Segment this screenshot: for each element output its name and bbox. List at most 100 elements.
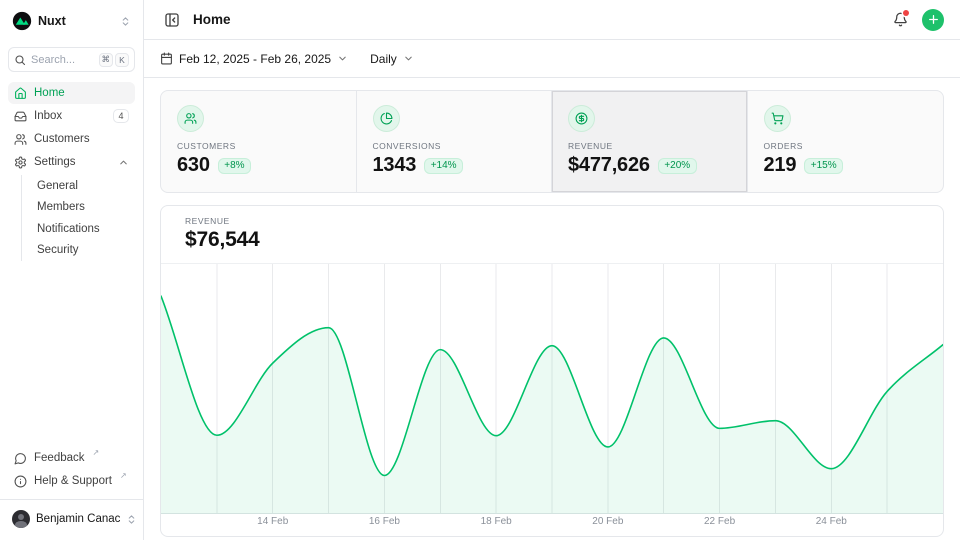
- info-icon: [14, 475, 27, 488]
- sidebar-spacer: [8, 261, 135, 447]
- sidebar-item-general[interactable]: General: [33, 175, 135, 197]
- stat-label: CUSTOMERS: [177, 141, 340, 151]
- notifications-button[interactable]: [888, 8, 912, 32]
- sidebar-subitem-label: Security: [37, 244, 79, 256]
- x-axis-tick: 22 Feb: [704, 516, 735, 527]
- revenue-chart-header: REVENUE $76,544: [161, 206, 943, 264]
- settings-subnav: General Members Notifications Security: [21, 175, 135, 261]
- page-title: Home: [193, 12, 231, 27]
- stat-value: $477,626: [568, 154, 650, 177]
- stat-label: ORDERS: [764, 141, 928, 151]
- feedback-label: Feedback: [34, 452, 85, 464]
- revenue-chart-label: REVENUE: [185, 216, 919, 226]
- app-window: Nuxt Search... ⌘ K Home: [0, 0, 960, 540]
- granularity-value: Daily: [370, 52, 397, 66]
- chevron-down-icon: [337, 53, 348, 64]
- stat-label: CONVERSIONS: [373, 141, 536, 151]
- inbox-icon: [14, 110, 27, 123]
- chart-x-axis: 14 Feb 16 Feb 18 Feb 20 Feb 22 Feb 24 Feb: [161, 512, 943, 536]
- revenue-chart-value: $76,544: [185, 228, 919, 252]
- area-chart-svg: [161, 264, 943, 514]
- chevrons-up-down-icon: [120, 16, 131, 27]
- users-icon: [177, 105, 204, 132]
- external-link-icon: ↗: [93, 447, 100, 460]
- user-menu[interactable]: Benjamin Canac: [8, 506, 135, 532]
- search-icon: [14, 54, 26, 66]
- sidebar-subitem-label: Notifications: [37, 223, 100, 235]
- add-button[interactable]: [922, 9, 944, 31]
- nuxt-logo-icon: [12, 11, 32, 31]
- sidebar: Nuxt Search... ⌘ K Home: [0, 0, 144, 540]
- sidebar-subitem-label: Members: [37, 201, 85, 213]
- chevron-up-icon: [118, 157, 129, 168]
- content: CUSTOMERS 630 +8% CONVERSIONS 1343 +14%: [144, 78, 960, 540]
- home-icon: [14, 87, 27, 100]
- x-axis-tick: 18 Feb: [481, 516, 512, 527]
- stat-value: 630: [177, 154, 210, 177]
- stat-delta-badge: +8%: [218, 158, 251, 174]
- search-input[interactable]: Search... ⌘ K: [8, 47, 135, 72]
- sidebar-item-customers[interactable]: Customers: [8, 128, 135, 150]
- date-range-picker[interactable]: Feb 12, 2025 - Feb 26, 2025: [160, 52, 348, 66]
- page-header: Home: [144, 0, 960, 40]
- collapse-sidebar-button[interactable]: [160, 8, 184, 32]
- cart-icon: [764, 105, 791, 132]
- sidebar-item-settings[interactable]: Settings: [8, 151, 135, 173]
- workspace-name: Nuxt: [38, 14, 66, 28]
- sidebar-nav: Home Inbox 4 Customers Settings: [8, 82, 135, 261]
- sidebar-item-members[interactable]: Members: [33, 197, 135, 219]
- search-placeholder: Search...: [31, 54, 75, 66]
- sidebar-footer: Feedback ↗ Help & Support ↗: [8, 447, 135, 492]
- panel-left-close-icon: [164, 12, 180, 28]
- sidebar-item-label: Settings: [34, 156, 76, 168]
- help-support-link[interactable]: Help & Support ↗: [8, 470, 135, 492]
- filters-toolbar: Feb 12, 2025 - Feb 26, 2025 Daily: [144, 40, 960, 78]
- x-axis-tick: 24 Feb: [816, 516, 847, 527]
- gear-icon: [14, 156, 27, 169]
- sidebar-item-label: Home: [34, 87, 65, 99]
- kbd-k: K: [115, 53, 129, 67]
- x-axis-tick: 20 Feb: [592, 516, 623, 527]
- users-icon: [14, 133, 27, 146]
- sidebar-subitem-label: General: [37, 180, 78, 192]
- notification-dot: [903, 10, 910, 17]
- stat-delta-badge: +15%: [804, 158, 843, 174]
- message-bubble-icon: [14, 452, 27, 465]
- feedback-link[interactable]: Feedback ↗: [8, 447, 135, 469]
- x-axis-tick: 14 Feb: [257, 516, 288, 527]
- stat-label: REVENUE: [568, 141, 731, 151]
- revenue-chart-card: REVENUE $76,544 14 Feb 16 Feb 18 Feb 20 Feb…: [160, 205, 944, 537]
- granularity-select[interactable]: Daily: [370, 52, 414, 66]
- chart-pie-icon: [373, 105, 400, 132]
- avatar: [12, 510, 30, 528]
- stats-row: CUSTOMERS 630 +8% CONVERSIONS 1343 +14%: [160, 90, 944, 193]
- workspace-selector[interactable]: Nuxt: [8, 8, 135, 34]
- sidebar-divider: [0, 499, 143, 500]
- external-link-icon: ↗: [120, 470, 127, 483]
- search-shortcut: ⌘ K: [99, 53, 130, 67]
- sidebar-item-label: Customers: [34, 133, 90, 145]
- sidebar-item-home[interactable]: Home: [8, 82, 135, 104]
- revenue-area-chart: [161, 264, 943, 512]
- calendar-icon: [160, 52, 173, 65]
- stat-card-conversions[interactable]: CONVERSIONS 1343 +14%: [357, 91, 553, 192]
- sidebar-item-notifications[interactable]: Notifications: [33, 218, 135, 240]
- sidebar-item-inbox[interactable]: Inbox 4: [8, 105, 135, 127]
- chevron-down-icon: [403, 53, 414, 64]
- stat-value: 219: [764, 154, 797, 177]
- stat-delta-badge: +14%: [424, 158, 463, 174]
- header-actions: [888, 8, 944, 32]
- main-area: Home Feb 12, 2: [144, 0, 960, 540]
- kbd-meta: ⌘: [99, 53, 114, 67]
- stat-card-revenue[interactable]: REVENUE $477,626 +20%: [552, 91, 748, 192]
- sidebar-item-security[interactable]: Security: [33, 240, 135, 262]
- circle-dollar-icon: [568, 105, 595, 132]
- user-name: Benjamin Canac: [36, 513, 120, 525]
- stat-delta-badge: +20%: [658, 158, 697, 174]
- stat-card-customers[interactable]: CUSTOMERS 630 +8%: [161, 91, 357, 192]
- x-axis-tick: 16 Feb: [369, 516, 400, 527]
- plus-icon: [927, 13, 940, 26]
- date-range-value: Feb 12, 2025 - Feb 26, 2025: [179, 52, 331, 66]
- stat-card-orders[interactable]: ORDERS 219 +15%: [748, 91, 944, 192]
- chevrons-up-down-icon: [126, 514, 137, 525]
